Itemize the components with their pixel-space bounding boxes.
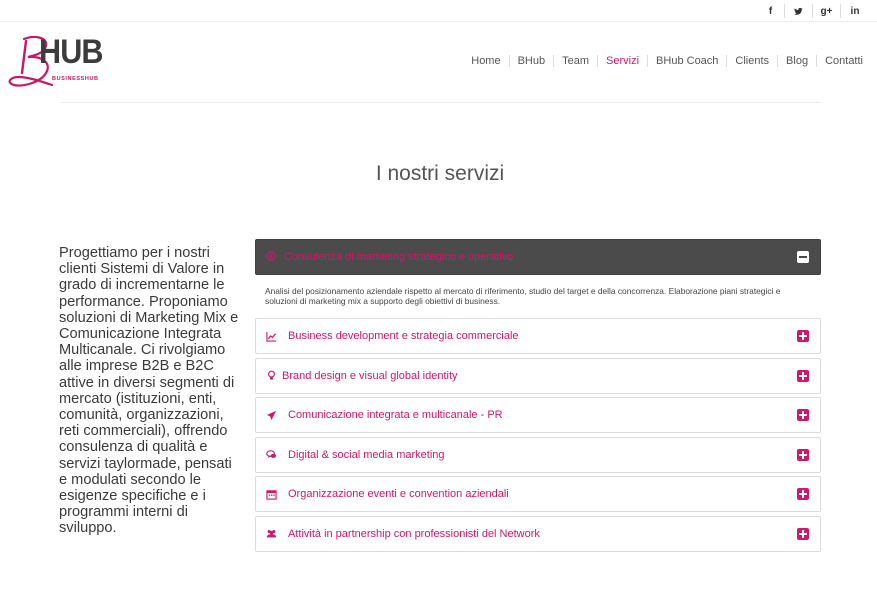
nav-item-bhub-coach[interactable]: BHub Coach: [648, 55, 728, 67]
nav-item-bhub[interactable]: BHub: [510, 55, 555, 67]
accordion-body: Analisi del posizionamento aziendale ris…: [265, 286, 781, 306]
collapse-icon[interactable]: [797, 251, 809, 263]
accordion-item-digital-social[interactable]: Digital & social media marketing: [255, 436, 821, 473]
accordion-title: Digital & social media marketing: [288, 448, 445, 461]
accordion-title: Business development e strategia commerc…: [288, 330, 519, 342]
nav-item-servizi[interactable]: Servizi: [598, 55, 649, 67]
expand-icon[interactable]: [797, 409, 809, 422]
main-nav: Home BHub Team Servizi BHub Coach Client…: [463, 55, 869, 67]
accordion-item-partnership[interactable]: Attività in partnership con professionis…: [255, 515, 821, 552]
accordion-title: Consulenza di marketing strategico e ope…: [284, 251, 514, 263]
chat-bubbles-icon: [266, 449, 288, 460]
nav-item-clients[interactable]: Clients: [727, 55, 779, 67]
paper-plane-icon: [266, 410, 288, 421]
expand-icon[interactable]: [797, 488, 809, 501]
accordion-item-comunicazione[interactable]: Comunicazione integrata e multicanale - …: [255, 397, 821, 434]
google-plus-icon[interactable]: g+: [813, 4, 841, 18]
target-icon: [266, 250, 284, 264]
logo-wordmark: HUB: [39, 33, 104, 71]
intro-text: Progettiamo per i nostri clienti Sistemi…: [59, 245, 239, 537]
twitter-icon[interactable]: [785, 4, 813, 18]
logo-tagline: BUSINESSHUB: [52, 76, 99, 82]
page-title: I nostri servizi: [375, 162, 505, 185]
expand-icon[interactable]: [797, 369, 809, 382]
social-links: f g+ in: [757, 4, 869, 18]
accordion-item-eventi[interactable]: Organizzazione eventi e convention azien…: [255, 476, 821, 513]
accordion-title: Attività in partnership con professionis…: [288, 527, 540, 540]
twitter-bird-glyph: [794, 7, 803, 15]
calendar-icon: [266, 489, 288, 500]
nav-item-team[interactable]: Team: [554, 55, 599, 67]
accordion-title: Organizzazione eventi e convention azien…: [288, 488, 509, 501]
accordion-item-business-development[interactable]: Business development e strategia commerc…: [255, 318, 821, 354]
users-icon: [266, 528, 288, 539]
expand-icon[interactable]: [797, 330, 809, 342]
nav-item-blog[interactable]: Blog: [778, 55, 818, 67]
accordion-item-brand-design[interactable]: Brand design e visual global identity: [255, 357, 821, 394]
nav-item-contatti[interactable]: Contatti: [817, 55, 869, 67]
lightbulb-icon: [266, 370, 282, 381]
services-accordion: Consulenza di marketing strategico e ope…: [255, 239, 821, 556]
nav-item-home[interactable]: Home: [463, 55, 510, 67]
accordion-header-consulenza[interactable]: Consulenza di marketing strategico e ope…: [255, 239, 821, 275]
expand-icon[interactable]: [797, 527, 809, 540]
expand-icon[interactable]: [797, 448, 809, 461]
linkedin-icon[interactable]: in: [841, 4, 869, 18]
facebook-icon[interactable]: f: [757, 4, 785, 18]
header-divider: [60, 102, 822, 103]
accordion-title: Brand design e visual global identity: [282, 369, 458, 382]
accordion-title: Comunicazione integrata e multicanale - …: [288, 409, 503, 422]
bhub-logo[interactable]: HUB BUSINESSHUB: [8, 33, 118, 91]
line-chart-icon: [266, 331, 288, 342]
top-bar: f g+ in: [0, 0, 877, 22]
